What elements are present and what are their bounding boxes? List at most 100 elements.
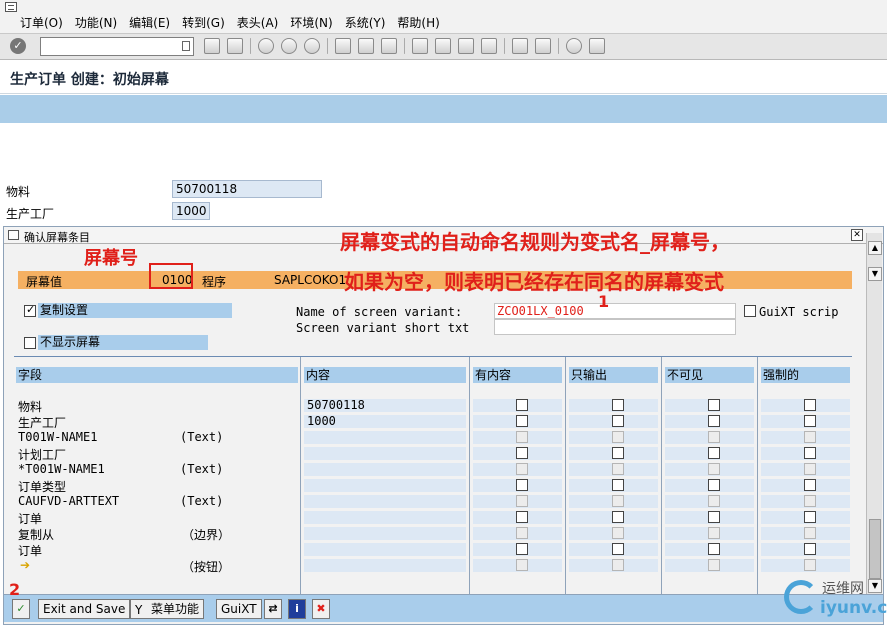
variant-name-input[interactable]: ZCO01LX_0100 [494,303,736,319]
material-input[interactable]: 50700118 [172,180,322,198]
find-next-icon[interactable] [381,38,397,54]
menu-items: 订单(O) 功能(N) 编辑(E) 转到(G) 表头(A) 环境(N) 系统(Y… [20,14,452,31]
table-row-content-strip [304,463,466,476]
save-icon[interactable] [227,38,243,54]
cancel-icon[interactable]: ✖ [312,599,330,619]
program-value: SAPLCOKO1 [274,273,347,287]
table-row-checkbox [516,495,528,507]
table-row-content-strip [304,527,466,540]
menu-edit[interactable]: 编辑(E) [129,14,170,31]
table-row-checkbox [516,559,528,571]
back-icon[interactable] [258,38,274,54]
table-row-checkbox[interactable] [804,543,816,555]
menu-function-button[interactable]: Y 菜单功能 [130,599,205,619]
table-row-type: (Text) [180,430,224,444]
table-row-checkbox[interactable] [516,543,528,555]
last-page-icon[interactable] [481,38,497,54]
variant-short-text-input[interactable] [494,319,736,335]
find-icon[interactable] [358,38,374,54]
table-row-checkbox[interactable] [804,511,816,523]
table-row-checkbox [804,463,816,475]
column-required: 强制的 [761,367,850,383]
table-row-checkbox[interactable] [516,447,528,459]
toolbar-separator [504,38,505,54]
previous-page-icon[interactable] [435,38,451,54]
info-icon[interactable]: i [288,599,306,619]
menu-help[interactable]: 帮助(H) [397,14,439,31]
copy-settings-checkbox[interactable] [24,303,36,317]
menu-header[interactable]: 表头(A) [237,14,279,31]
table-row-content[interactable]: 50700118 [307,398,365,412]
shortcut-icon[interactable] [535,38,551,54]
table-row-field: 订单 [18,512,43,526]
vertical-scrollbar[interactable]: ▲ ▼ ▼ [866,233,882,595]
table-row-content-strip [304,495,466,508]
command-history-icon[interactable] [182,41,190,51]
table-row-checkbox[interactable] [612,543,624,555]
system-menu-icon[interactable] [5,2,17,12]
table-row-checkbox[interactable] [804,415,816,427]
table-row-checkbox[interactable] [708,447,720,459]
first-page-icon[interactable] [412,38,428,54]
annotation-box [149,263,193,289]
menu-function[interactable]: 功能(N) [75,14,117,31]
close-icon[interactable]: ✕ [851,229,863,241]
print-icon[interactable] [335,38,351,54]
table-row-content-strip [304,543,466,556]
next-page-icon[interactable] [458,38,474,54]
exit-icon[interactable] [281,38,297,54]
hide-screen-label: 不显示屏幕 [38,335,208,350]
guixt-button[interactable]: GuiXT [216,599,262,619]
table-row-checkbox[interactable] [708,543,720,555]
table-row-checkbox[interactable] [612,479,624,491]
enter-check-icon[interactable]: ✓ [10,38,26,54]
table-row-checkbox[interactable] [804,479,816,491]
table-row-checkbox[interactable] [708,399,720,411]
layout-menu-icon[interactable] [589,38,605,54]
table-row-checkbox[interactable] [804,399,816,411]
new-session-icon[interactable] [512,38,528,54]
table-row-checkbox [708,495,720,507]
menu-system[interactable]: 系统(Y) [345,14,386,31]
annotation-screen-number: 屏幕号 [84,248,138,269]
cancel-icon[interactable] [304,38,320,54]
table-row-checkbox[interactable] [804,447,816,459]
exit-and-save-button[interactable]: Exit and Save [38,599,131,619]
scroll-down-top-icon[interactable]: ▼ [868,267,882,281]
scrollbar-thumb[interactable] [869,519,881,579]
table-row-checkbox[interactable] [708,479,720,491]
menu-environment[interactable]: 环境(N) [290,14,332,31]
table-row-checkbox[interactable] [516,511,528,523]
table-row-checkbox[interactable] [708,511,720,523]
table-row-checkbox[interactable] [516,479,528,491]
table-row-checkbox[interactable] [612,511,624,523]
watermark-logo: 运维网 iyunv.com [778,576,887,624]
menu-order[interactable]: 订单(O) [20,14,63,31]
filter-icon: Y [135,603,143,617]
menu-goto[interactable]: 转到(G) [182,14,225,31]
scroll-up-top-icon[interactable]: ▲ [868,241,882,255]
table-row-checkbox[interactable] [612,399,624,411]
help-icon[interactable] [566,38,582,54]
confirm-check-button[interactable]: ✓ [12,599,30,619]
annotation-existing-variant: 如果为空，则表明已经存在同名的屏幕变式 [344,270,724,294]
table-row-checkbox [612,527,624,539]
transfer-icon[interactable]: ⇄ [264,599,282,619]
hide-screen-checkbox[interactable] [24,337,36,349]
column-field: 字段 [16,367,298,383]
guixt-script-checkbox[interactable] [744,305,756,317]
table-row-checkbox[interactable] [612,447,624,459]
table-row-checkbox [804,431,816,443]
table-row-checkbox[interactable] [612,415,624,427]
table-row-field: 订单类型 [18,480,67,494]
table-row-checkbox[interactable] [516,415,528,427]
table-row-checkbox[interactable] [516,399,528,411]
table-row-field: 生产工厂 [18,416,67,430]
table-row-checkbox[interactable] [708,415,720,427]
menu-function-label: 菜单功能 [151,602,200,616]
table-row-checkbox [804,495,816,507]
back-arrow-icon[interactable] [204,38,220,54]
plant-input[interactable]: 1000 [172,202,210,220]
command-field[interactable] [40,37,194,56]
table-row-content[interactable]: 1000 [307,414,336,428]
